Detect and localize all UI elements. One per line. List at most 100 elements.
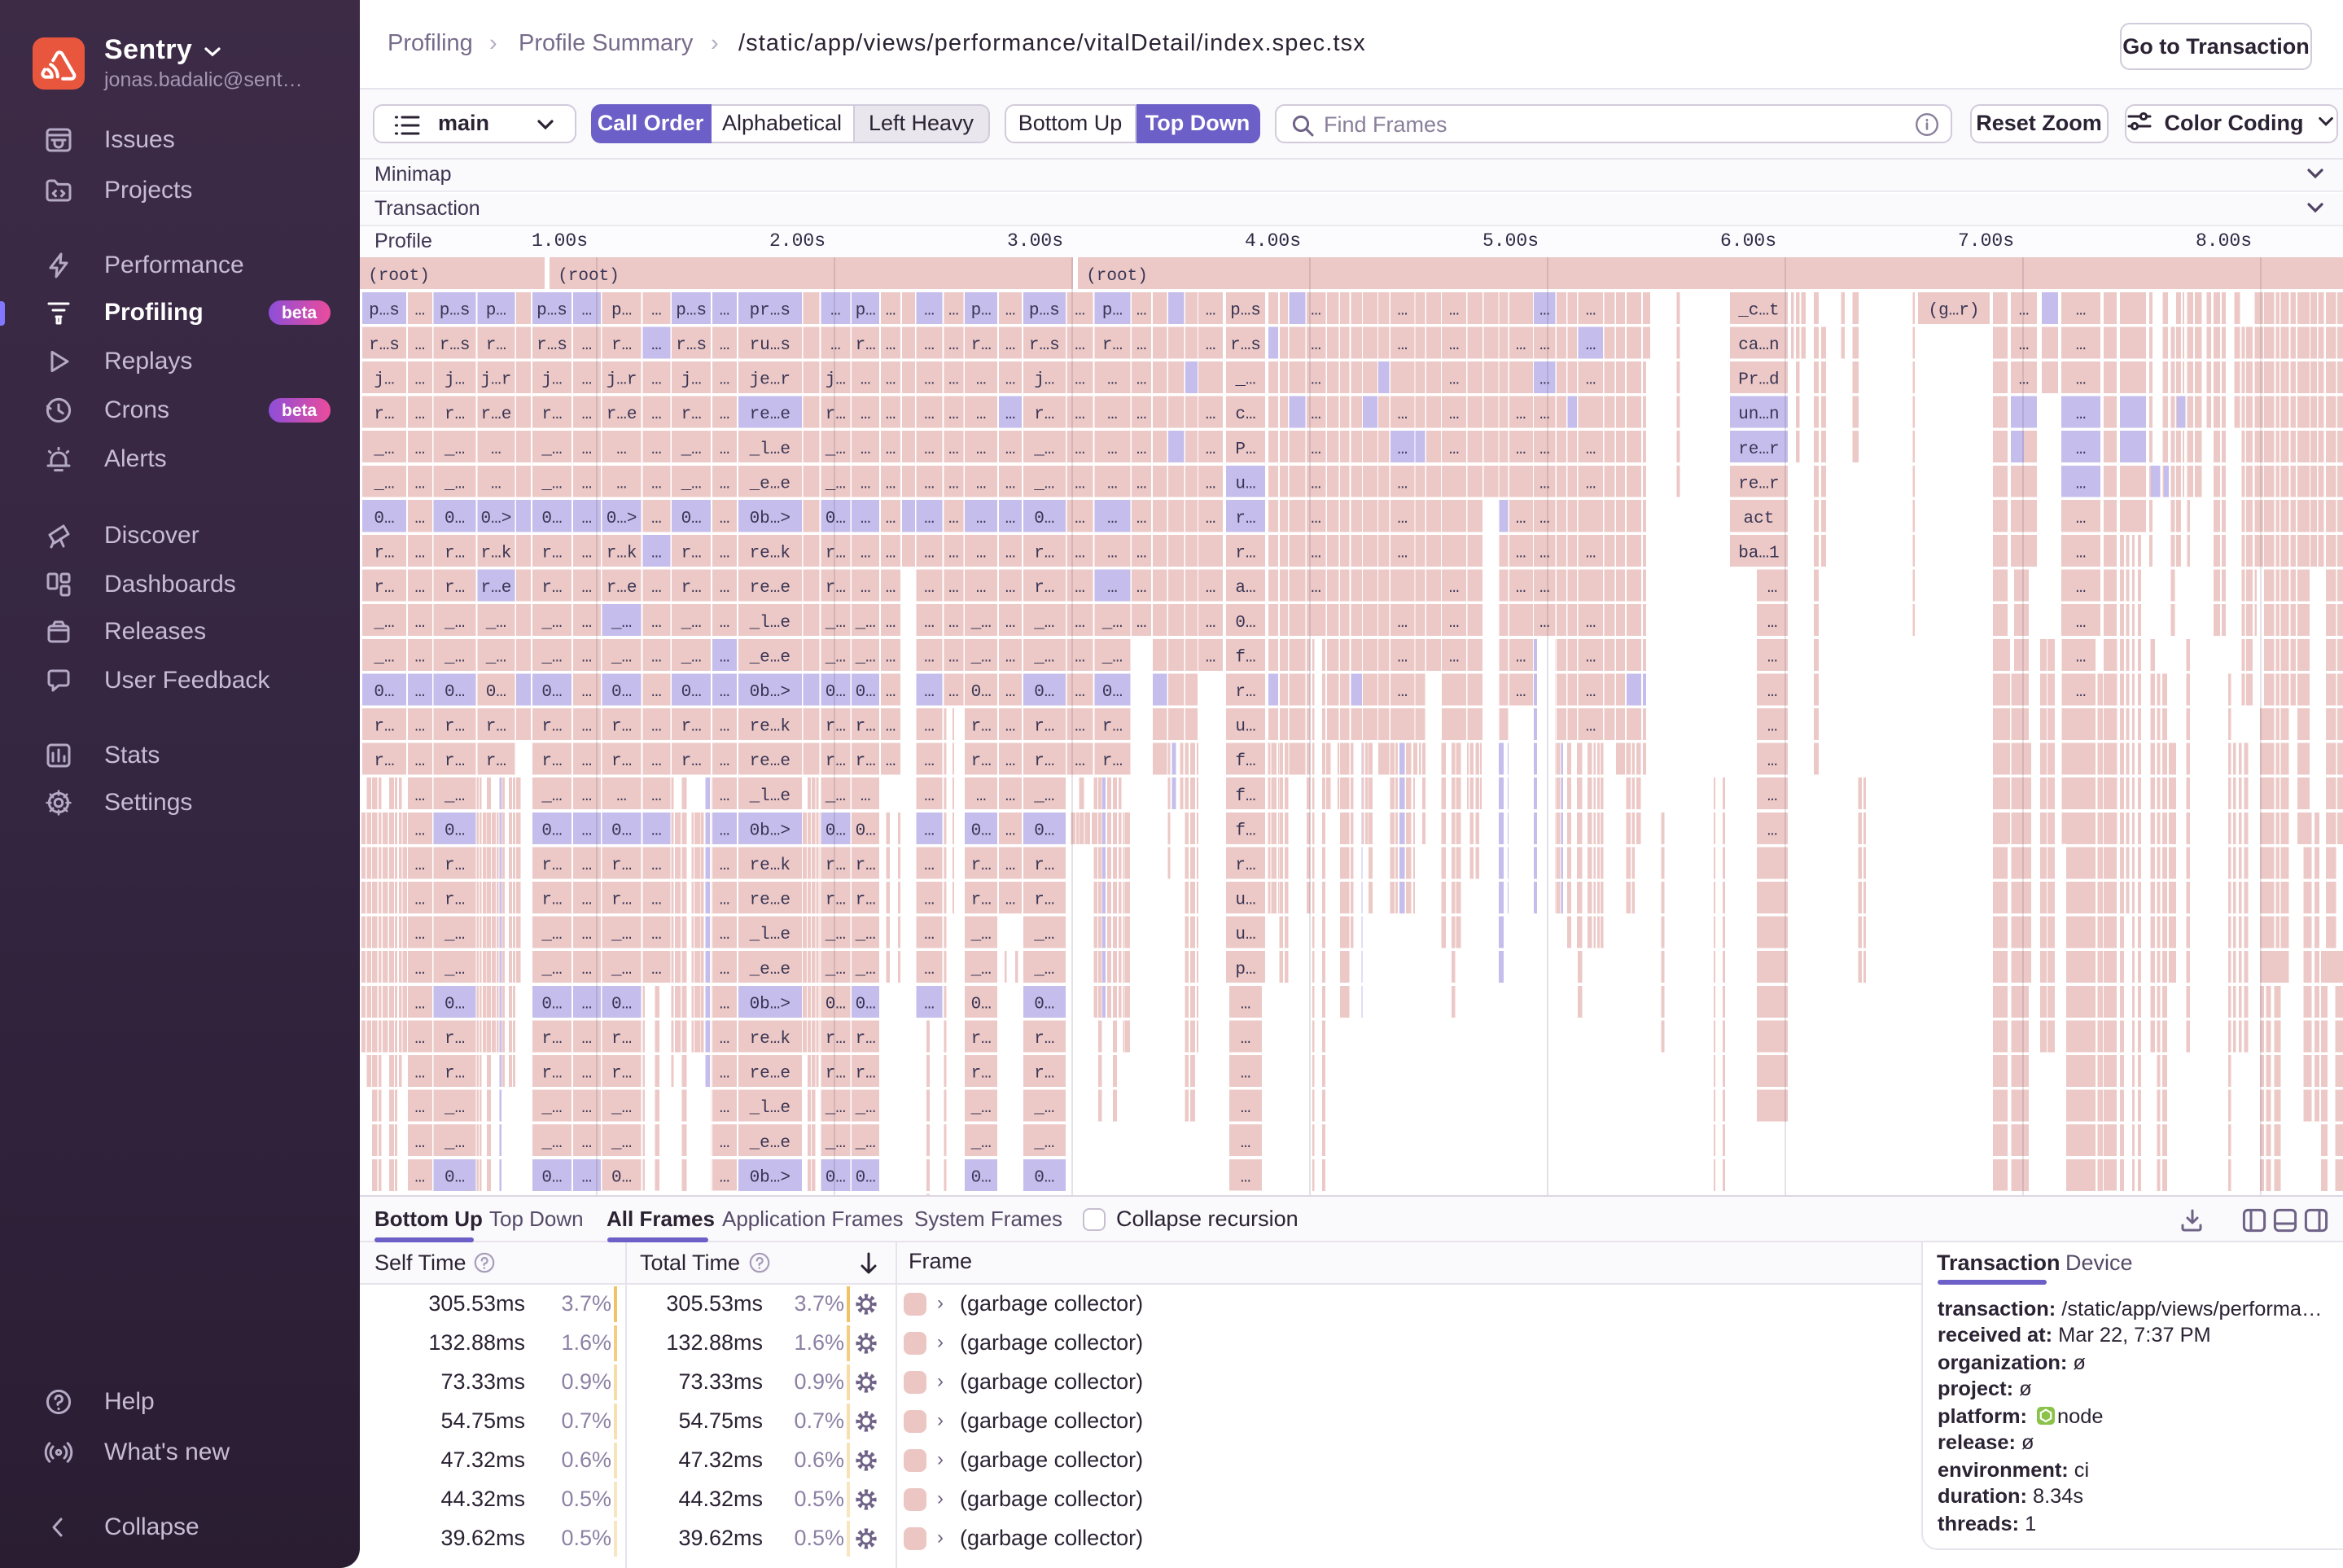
svg-text:…: … [650,752,661,771]
svg-text:…: … [1205,336,1215,355]
svg-text:re…e: re…e [749,405,790,424]
svg-text:0…: 0… [970,683,991,702]
svg-text:_…: _… [1032,440,1053,459]
svg-text:…: … [1539,371,1549,390]
svg-text:r…: r… [681,579,701,598]
svg-text:r…: r… [485,718,506,737]
svg-text:re…e: re…e [749,579,790,598]
svg-text:…: … [1585,718,1596,737]
svg-text:re…k: re…k [749,1030,790,1049]
svg-text:j…: j… [825,371,845,390]
svg-text:0…: 0… [541,683,561,702]
svg-text:…: … [650,718,661,737]
svg-text:…: … [580,405,591,424]
svg-text:…: … [1005,614,1015,633]
svg-text:r…: r… [541,545,561,563]
svg-text:…: … [885,440,896,459]
svg-text:r…: r… [611,718,631,737]
svg-text:re…k: re…k [749,856,790,875]
svg-text:…: … [1106,545,1117,563]
svg-text:…: … [860,440,870,459]
svg-text:_…: _… [680,614,701,633]
svg-text:…: … [923,683,934,702]
svg-text:…: … [719,371,729,390]
svg-text:…: … [948,510,958,528]
svg-text:…: … [414,579,424,598]
svg-text:(root): (root) [367,267,429,286]
svg-text:_…: _… [824,475,845,493]
svg-text:u…: u… [1234,718,1255,737]
svg-text:p…: p… [611,301,631,320]
svg-text:r…e: r…e [606,579,637,598]
svg-text:…: … [923,926,934,944]
svg-text:…: … [580,371,591,390]
svg-text:…: … [1539,475,1549,493]
svg-text:…: … [948,405,958,424]
svg-text:_…: _… [1032,961,1053,979]
svg-text:r…: r… [970,752,991,771]
svg-text:r…: r… [373,718,393,737]
svg-text:r…s: r…s [536,336,567,355]
svg-text:…: … [1767,579,1777,598]
svg-text:…: … [414,1030,424,1049]
svg-text:…: … [2018,301,2029,320]
svg-text:0…: 0… [373,510,393,528]
svg-text:_…: _… [1032,1099,1053,1118]
svg-text:…: … [580,718,591,737]
svg-text:_…: _… [970,961,991,979]
svg-text:r…: r… [855,336,875,355]
svg-text:…: … [650,821,661,840]
svg-text:r…: r… [444,856,464,875]
svg-text:r…: r… [1033,718,1053,737]
svg-text:r…e: r…e [480,579,510,598]
svg-text:r…: r… [1033,1030,1053,1049]
svg-text:…: … [1106,440,1117,459]
svg-text:…: … [650,891,661,910]
svg-text:j…: j… [1033,371,1053,390]
svg-text:0…: 0… [1033,683,1053,702]
svg-text:0b…>: 0b…> [749,510,790,528]
svg-text:…: … [975,475,986,493]
svg-text:_…: _… [443,961,464,979]
svg-text:_…: _… [680,648,701,667]
svg-text:_…: _… [970,1099,991,1118]
svg-text:…: … [580,926,591,944]
svg-text:…: … [975,440,986,459]
svg-text:…: … [1539,301,1549,320]
svg-text:…: … [948,475,958,493]
svg-text:…: … [1205,579,1215,598]
svg-text:act: act [1742,510,1773,528]
svg-text:…: … [1136,336,1146,355]
svg-text:…: … [1074,683,1084,702]
svg-text:…: … [2075,614,2086,633]
svg-text:r…: r… [373,579,393,598]
svg-text:…: … [719,545,729,563]
svg-text:pr…s: pr…s [749,301,790,320]
svg-text:…: … [2018,371,2029,390]
svg-text:re…e: re…e [749,752,790,771]
svg-text:_…: _… [824,926,845,944]
svg-text:…: … [719,1168,729,1187]
svg-text:…: … [1310,301,1320,320]
svg-text:…: … [923,787,934,806]
svg-text:_c…t: _c…t [1736,301,1778,320]
svg-text:r…: r… [485,752,506,771]
svg-text:…: … [650,856,661,875]
svg-text:0…: 0… [444,1168,464,1187]
svg-text:r…: r… [681,545,701,563]
svg-text:re…r: re…r [1737,475,1778,493]
svg-text:p…s: p…s [1028,301,1059,320]
svg-text:p…s: p…s [675,301,706,320]
svg-text:0…: 0… [541,1168,561,1187]
svg-text:…: … [1539,579,1549,598]
svg-text:r…: r… [373,405,393,424]
svg-text:…: … [885,510,896,528]
svg-text:…: … [1005,821,1015,840]
svg-text:r…: r… [1101,718,1122,737]
svg-text:…: … [923,301,934,320]
svg-text:…: … [580,752,591,771]
svg-text:0b…>: 0b…> [749,995,790,1014]
svg-text:0…: 0… [970,995,991,1014]
svg-text:_…: _… [1032,475,1053,493]
svg-text:…: … [414,787,424,806]
